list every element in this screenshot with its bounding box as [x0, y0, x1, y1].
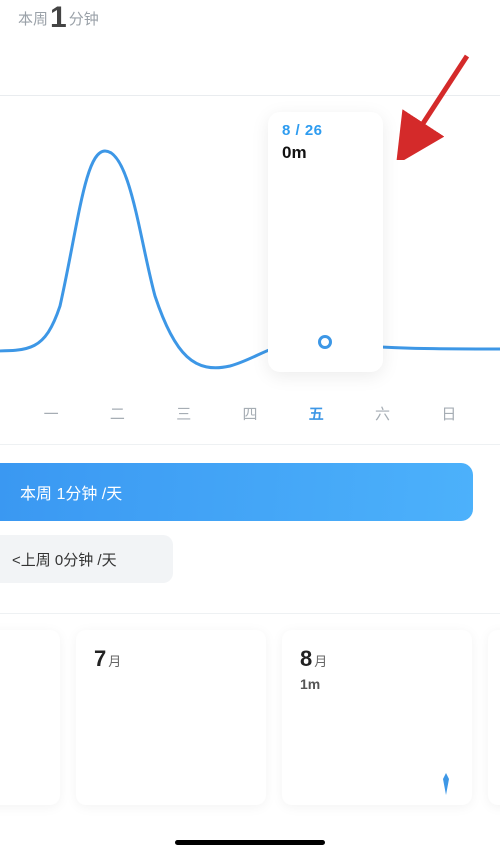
month-card-next[interactable]	[488, 630, 500, 805]
month-card-prev2[interactable]: 月	[0, 630, 60, 805]
month-sparkline	[442, 773, 450, 795]
weekday-axis: 一 二 三 四 五 六 日	[0, 400, 500, 426]
summary-big-number: 1	[50, 3, 67, 33]
tooltip-date: 8 / 26	[282, 122, 369, 139]
summary-header: 本周 1 分钟	[0, 0, 500, 40]
tooltip-value: 0m	[282, 143, 369, 163]
month-carousel[interactable]: 月 7月 8月 1m	[0, 630, 500, 805]
weekly-chart[interactable]: 8 / 26 0m	[0, 96, 500, 396]
chart-tooltip: 8 / 26 0m	[268, 112, 383, 372]
month-label: 7月	[94, 646, 248, 672]
selected-point[interactable]	[318, 335, 332, 349]
chart-line	[0, 96, 500, 396]
day-sat[interactable]: 六	[349, 403, 415, 424]
home-indicator	[175, 840, 325, 845]
day-thu[interactable]: 四	[217, 403, 283, 424]
month-label: 8月	[300, 646, 454, 672]
divider	[0, 444, 500, 445]
day-wed[interactable]: 三	[151, 403, 217, 424]
month-card-july[interactable]: 7月	[76, 630, 266, 805]
month-label: 月	[0, 646, 42, 678]
divider	[0, 613, 500, 614]
month-card-august[interactable]: 8月 1m	[282, 630, 472, 805]
last-week-label: <上周 0分钟 /天	[12, 549, 117, 570]
month-sub: 1m	[300, 676, 454, 692]
this-week-bar[interactable]: 本周 1分钟 /天	[0, 463, 473, 521]
day-fri[interactable]: 五	[283, 403, 349, 424]
summary-suffix: 分钟	[69, 8, 99, 29]
this-week-label: 本周 1分钟 /天	[20, 480, 122, 504]
day-tue[interactable]: 二	[84, 403, 150, 424]
day-sun[interactable]: 日	[416, 403, 482, 424]
day-mon[interactable]: 一	[18, 403, 84, 424]
summary-prefix: 本周	[18, 8, 48, 29]
last-week-bar[interactable]: <上周 0分钟 /天	[0, 535, 173, 583]
